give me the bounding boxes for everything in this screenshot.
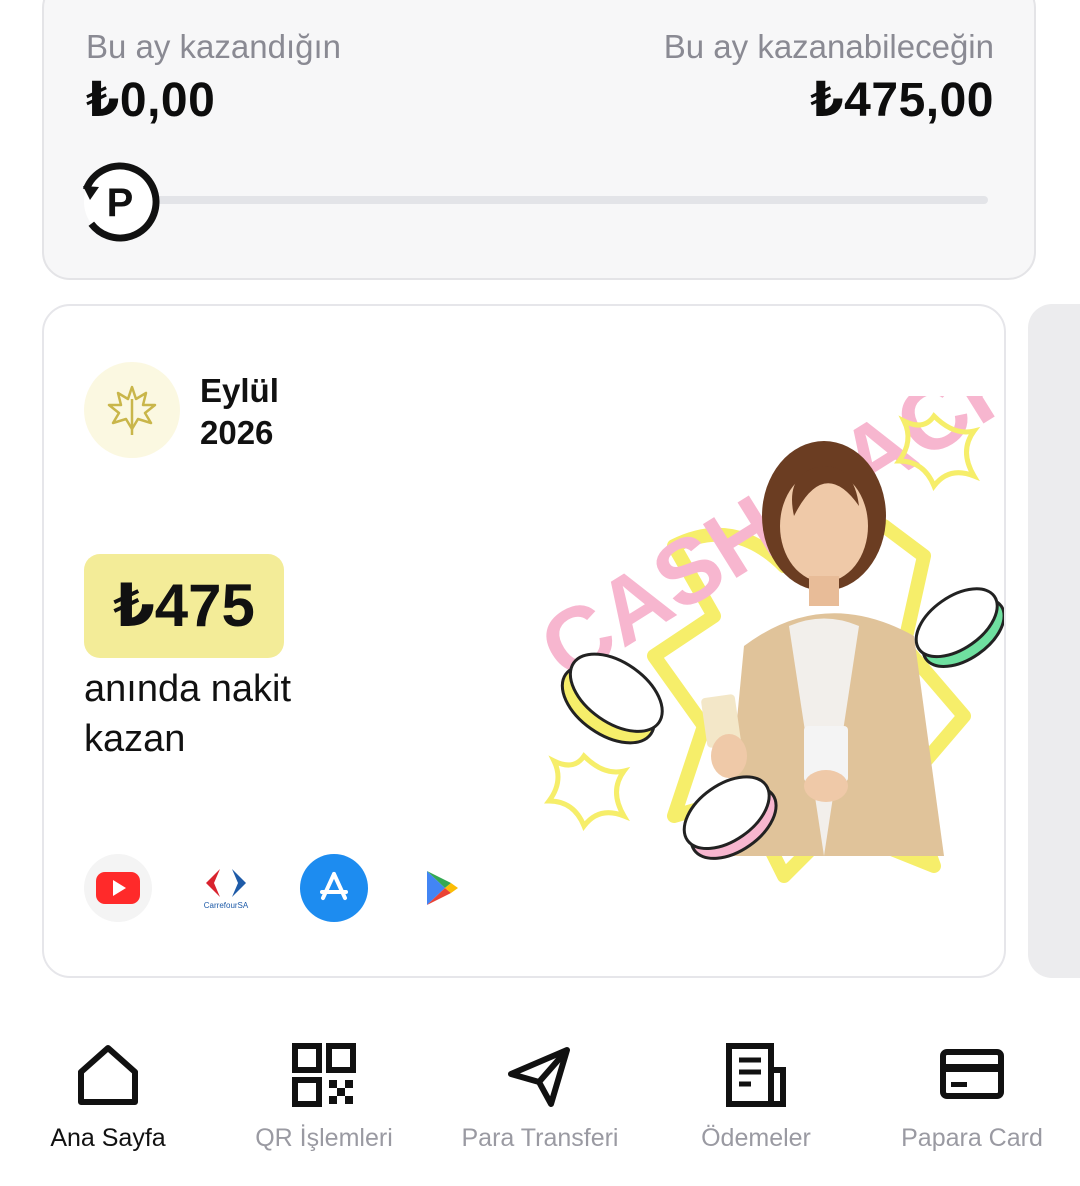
month-badge xyxy=(84,362,180,458)
youtube-logo xyxy=(84,854,152,922)
partner-brands: CarrefourSA xyxy=(84,854,516,922)
nav-label: Ödemeler xyxy=(701,1124,811,1152)
description-line-1: anında nakit xyxy=(84,668,292,710)
month-label: Eylül 2026 xyxy=(200,370,279,454)
qr-icon xyxy=(292,1043,356,1107)
app-store-logo xyxy=(300,854,368,922)
next-card-peek[interactable] xyxy=(1028,304,1080,978)
home-icon xyxy=(78,1045,138,1105)
nav-item-card[interactable]: Papara Card xyxy=(864,1030,1080,1153)
cashback-campaign-card[interactable]: Eylül 2026 ₺475 anında nakit kazan Carre… xyxy=(42,304,1006,978)
svg-text:P: P xyxy=(107,181,134,225)
nav-label: Papara Card xyxy=(901,1124,1043,1152)
cashback-amount-chip: ₺475 xyxy=(84,554,284,658)
bill-icon xyxy=(726,1043,786,1107)
nav-item-payments[interactable]: Ödemeler xyxy=(648,1030,864,1153)
potential-label: Bu ay kazanabileceğin xyxy=(663,28,994,65)
cashback-description: anında nakit kazan xyxy=(84,664,384,764)
google-play-logo xyxy=(408,854,476,922)
earnings-card[interactable]: Bu ay kazandığın ₺0,00 Bu ay kazanabilec… xyxy=(42,0,1036,280)
nav-label: QR İşlemleri xyxy=(255,1124,393,1152)
earned-value: ₺0,00 xyxy=(86,74,216,127)
nav-label: Ana Sayfa xyxy=(50,1124,166,1152)
month-name: Eylül xyxy=(200,372,279,409)
cashback-hero-illustration: CASH BACK xyxy=(523,396,1004,883)
card-icon xyxy=(940,1049,1004,1099)
papara-points-icon: P xyxy=(80,162,160,242)
month-year: 2026 xyxy=(200,414,274,451)
nav-label: Para Transferi xyxy=(461,1124,619,1152)
nav-item-qr[interactable]: QR İşlemleri xyxy=(216,1030,432,1153)
description-line-2: kazan xyxy=(84,718,186,760)
nav-item-home[interactable]: Ana Sayfa xyxy=(0,1030,216,1153)
earned-label: Bu ay kazandığın xyxy=(86,28,342,65)
carrefoursa-logo: CarrefourSA xyxy=(192,854,260,922)
carrefour-text: CarrefourSA xyxy=(204,901,249,910)
bottom-navigation: Ana Sayfa QR İşlemleri Para Transferi Öd… xyxy=(0,1030,1080,1160)
send-icon xyxy=(508,1047,570,1107)
potential-value: ₺475,00 xyxy=(810,74,994,127)
leaf-icon xyxy=(107,385,157,435)
nav-item-transfer[interactable]: Para Transferi xyxy=(432,1030,648,1153)
earnings-progress-bar xyxy=(154,196,988,204)
